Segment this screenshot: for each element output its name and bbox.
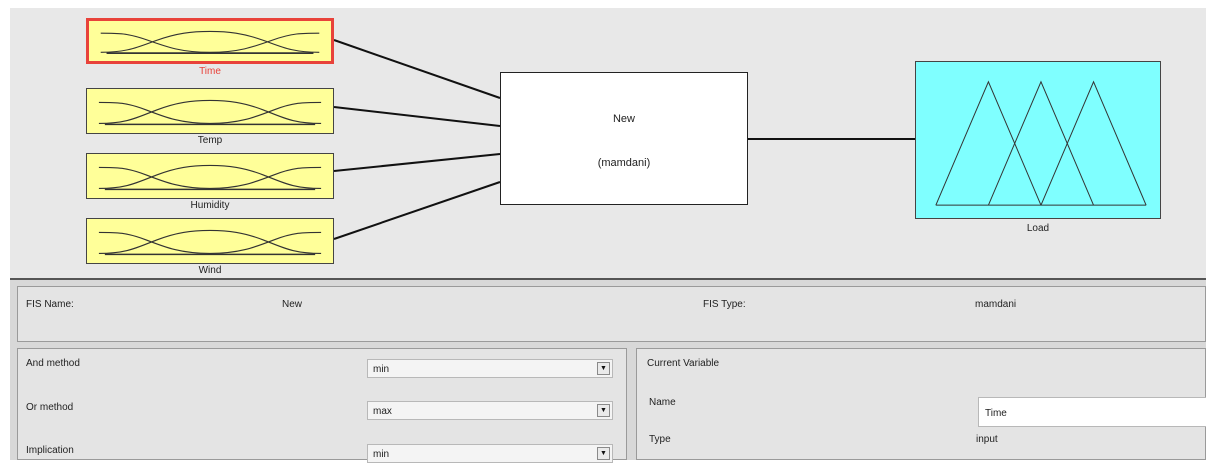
fis-properties-area: FIS Name: New FIS Type: mamdani And meth…: [10, 280, 1206, 463]
gaussian-mf-icon: [98, 229, 322, 256]
or-method-label: Or method: [26, 402, 74, 413]
input-humidity-label: Humidity: [190, 200, 230, 211]
fis-diagram: Time Temp Humidity Wind New (mamdani) Lo…: [10, 8, 1206, 278]
input-wind-box[interactable]: [86, 218, 334, 264]
connector-wind: [333, 181, 501, 240]
connector-temp: [333, 106, 501, 127]
variable-type-value: input: [976, 434, 998, 445]
connector-humidity: [333, 153, 501, 172]
variable-name-value: Time: [985, 408, 1007, 419]
output-load-box[interactable]: [915, 61, 1161, 219]
variable-name-label: Name: [649, 397, 676, 408]
and-method-value: min: [373, 364, 390, 375]
methods-panel: And method min ▼ Or method max ▼ Implica…: [17, 348, 627, 463]
input-temp-box[interactable]: [86, 88, 334, 134]
gaussian-mf-icon: [100, 30, 320, 55]
fis-info-panel: FIS Name: New FIS Type: mamdani: [17, 286, 1206, 342]
chevron-down-icon[interactable]: ▼: [597, 362, 610, 375]
fis-system-name: New: [612, 113, 635, 125]
fis-type-label: FIS Type:: [703, 299, 746, 310]
fis-name-label: FIS Name:: [26, 299, 74, 310]
implication-dropdown[interactable]: min ▼: [367, 444, 613, 463]
connector-time: [333, 39, 501, 99]
output-load-label: Load: [1026, 223, 1050, 234]
fis-type-value: mamdani: [975, 299, 1017, 310]
triangular-mf-icon: [935, 80, 1147, 206]
implication-value: min: [373, 449, 390, 460]
and-method-label: And method: [26, 358, 80, 369]
input-time-box[interactable]: [86, 18, 334, 64]
fis-name-value: New: [282, 299, 303, 310]
input-wind-label: Wind: [198, 265, 222, 276]
chevron-down-icon[interactable]: ▼: [597, 447, 610, 460]
current-variable-title: Current Variable: [647, 358, 720, 369]
input-time-label: Time: [199, 66, 221, 77]
fis-system-type: (mamdani): [597, 157, 651, 169]
gaussian-mf-icon: [98, 99, 322, 126]
input-humidity-box[interactable]: [86, 153, 334, 199]
and-method-dropdown[interactable]: min ▼: [367, 359, 613, 378]
variable-type-label: Type: [649, 434, 671, 445]
current-variable-panel: Current Variable Name Time Type input: [636, 348, 1206, 460]
chevron-down-icon[interactable]: ▼: [597, 404, 610, 417]
variable-name-field[interactable]: Time: [978, 397, 1206, 427]
or-method-value: max: [373, 406, 392, 417]
input-temp-label: Temp: [197, 135, 223, 146]
fis-system-box[interactable]: New (mamdani): [500, 72, 748, 205]
gaussian-mf-icon: [98, 164, 322, 191]
or-method-dropdown[interactable]: max ▼: [367, 401, 613, 420]
implication-label: Implication: [26, 445, 74, 456]
